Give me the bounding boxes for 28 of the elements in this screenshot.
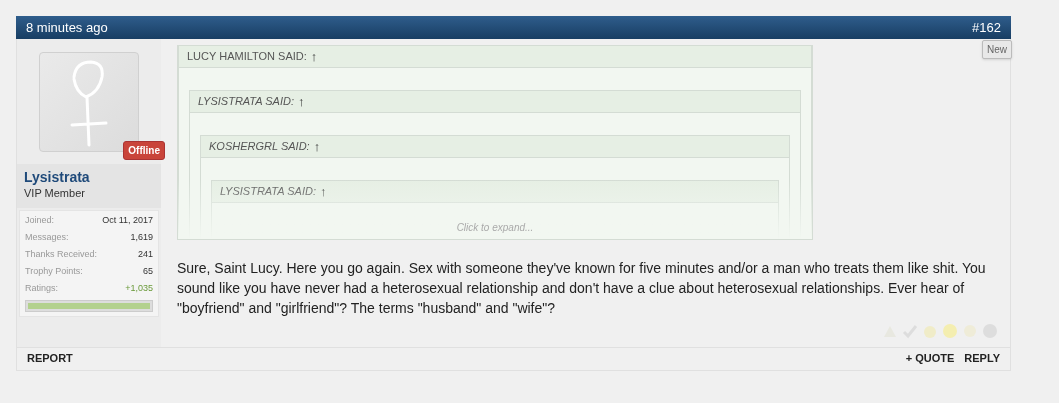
post-number[interactable]: #162 bbox=[972, 17, 1001, 38]
post-message: Sure, Saint Lucy. Here you go again. Sex with someone they've known for five minutes and/or a man who treats them like shit. You sound like you have never had a heterosexual relationship and don't have a clue about heterosexual relationships. Ever hear of "boyfriend" and "girlfriend"? The terms "husband" and "wife"? bbox=[177, 259, 987, 318]
report-link[interactable]: REPORT bbox=[27, 350, 73, 367]
user-title: VIP Member bbox=[24, 186, 86, 201]
post-action-link[interactable]: + QUOTE bbox=[905, 350, 955, 367]
quote-author: KOSHERGRL SAID: bbox=[209, 139, 310, 155]
quote-link-arrow[interactable]: ↑ bbox=[310, 50, 318, 63]
stat-label: Trophy Points: bbox=[25, 265, 83, 279]
quote-link-arrow[interactable]: ↑ bbox=[313, 140, 321, 153]
stat-value: 65 bbox=[143, 265, 153, 279]
username[interactable]: Lysistrata bbox=[24, 169, 154, 185]
quote-link-arrow[interactable]: ↑ bbox=[320, 185, 327, 198]
stat-value: 1,619 bbox=[130, 231, 153, 245]
post-action-link[interactable]: REPLY bbox=[964, 350, 1000, 367]
stat-value: Oct 11, 2017 bbox=[102, 214, 153, 228]
stat-value: +1,035 bbox=[125, 282, 153, 296]
quote-author: LUCY HAMILTON SAID: bbox=[187, 49, 307, 65]
new-badge: New bbox=[982, 40, 1012, 59]
stat-value: 241 bbox=[137, 248, 153, 262]
post-time: 8 minutes ago bbox=[26, 18, 108, 37]
stat-label: Joined: bbox=[25, 214, 55, 228]
status-badge: Offline bbox=[123, 141, 165, 160]
quote-author: LYSISTRATA SAID: bbox=[220, 184, 316, 200]
stat-label: Messages: bbox=[25, 231, 69, 245]
quote-link-arrow[interactable]: ↑ bbox=[298, 95, 305, 108]
stat-label: Ratings: bbox=[25, 282, 59, 296]
quote-author: LYSISTRATA SAID: bbox=[198, 94, 294, 110]
stat-label: Thanks Received: bbox=[25, 248, 98, 262]
